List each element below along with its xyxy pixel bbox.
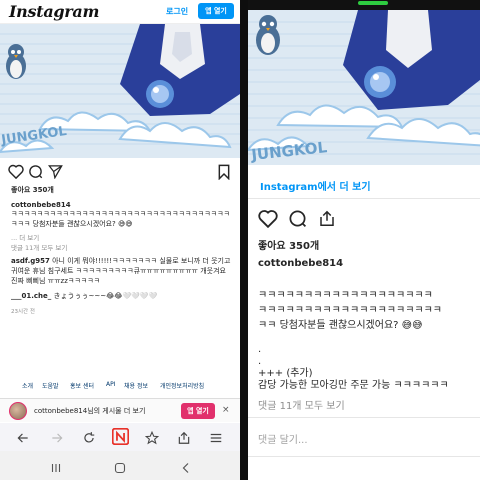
banner-open-app-button[interactable]: 앱 열기 — [181, 403, 215, 419]
open-app-button[interactable]: 앱 열기 — [198, 3, 234, 19]
bookmark-icon[interactable] — [217, 164, 231, 184]
post-image[interactable]: JUNGKOL — [0, 24, 240, 158]
share-icon[interactable] — [177, 430, 191, 449]
comment-icon[interactable] — [28, 164, 43, 183]
back-arrow-icon[interactable] — [16, 430, 30, 449]
active-indicator — [358, 1, 388, 5]
send-icon[interactable] — [47, 164, 63, 183]
post-photo-illustration: JUNGKOL — [248, 10, 480, 165]
forward-arrow-icon[interactable] — [50, 430, 64, 449]
penguin-figure — [6, 44, 26, 79]
footer-link-api[interactable]: API — [106, 381, 116, 388]
caption-line: ㅋㅋ 당첨자분들 괜찮으시겠어요? 😅😅 — [258, 320, 423, 331]
post-image[interactable]: JUNGKOL — [248, 10, 480, 165]
caption-text: ㅋㅋㅋㅋㅋㅋㅋㅋㅋㅋㅋㅋㅋㅋㅋㅋㅋㅋㅋㅋㅋㅋㅋㅋㅋㅋㅋㅋㅋㅋㅋㅋㅋㅋㅋㅋㅋ 당첨… — [11, 210, 230, 228]
share-icon[interactable] — [318, 209, 336, 232]
divider-line — [248, 198, 480, 199]
comment-item: asdf.g957 아니 이게 뭐야!!!!!!ㅋㅋㅋㅋㅋㅋㅋ 실물로 보니까 … — [11, 256, 233, 286]
right-phone-screen: JUNGKOL Instagram에서 더 보기 좋아요 350개 cotton… — [248, 0, 480, 480]
footer-link-jobs[interactable]: 채용 정보 — [124, 381, 148, 390]
like-count[interactable]: 좋아요 350개 — [11, 185, 54, 195]
post-actions — [258, 209, 478, 231]
post-actions — [8, 164, 232, 182]
reload-icon[interactable] — [82, 430, 96, 449]
penguin-figure — [256, 15, 280, 55]
divider-line — [248, 456, 480, 457]
panel-divider — [240, 0, 248, 480]
footer-link-press[interactable]: 홍보 센터 — [70, 381, 94, 390]
caption-text: ㅋㅋㅋㅋㅋㅋㅋㅋㅋㅋㅋㅋㅋㅋㅋㅋㅋㅋㅋ ㅋㅋㅋㅋㅋㅋㅋㅋㅋㅋㅋㅋㅋㅋㅋㅋㅋㅋㅋㅋ… — [258, 288, 480, 333]
divider-line — [248, 417, 480, 418]
comment-icon[interactable] — [288, 209, 307, 232]
status-bar — [248, 0, 480, 10]
caption-line: +++ (추가) — [258, 368, 313, 379]
naver-n-icon[interactable] — [111, 427, 130, 449]
close-icon[interactable]: × — [222, 405, 230, 415]
recents-icon[interactable] — [50, 459, 62, 478]
left-phone-screen: Instagram 로그인 앱 열기 JUNGKOL 좋아요 350개 cott… — [0, 0, 240, 480]
avatar[interactable] — [9, 402, 27, 420]
login-link[interactable]: 로그인 — [166, 6, 188, 17]
footer-link-about[interactable]: 소개 — [22, 381, 33, 390]
view-on-instagram-link[interactable]: Instagram에서 더 보기 — [260, 178, 371, 193]
heart-icon[interactable] — [258, 209, 278, 232]
caption-line: ㅋㅋㅋㅋㅋㅋㅋㅋㅋㅋㅋㅋㅋㅋㅋㅋㅋㅋㅋ — [258, 290, 433, 301]
instagram-logo[interactable]: Instagram — [9, 2, 99, 21]
footer-links: 소개 도움말 홍보 센터 API 채용 정보 개인정보처리방침 — [0, 381, 240, 391]
comment-item: ___01.che_ きょうぅぅ~~~😂😂🤍🤍🤍🤍 — [11, 291, 233, 301]
open-in-app-banner: cottonbebe814님의 게시물 더 보기 앱 열기 × — [0, 398, 240, 422]
like-count[interactable]: 좋아요 350개 — [258, 237, 319, 252]
view-all-comments-link[interactable]: 댓글 11개 모두 보기 — [258, 397, 345, 412]
menu-icon[interactable] — [209, 430, 223, 449]
comment-text: きょうぅぅ~~~😂😂🤍🤍🤍🤍 — [53, 292, 158, 300]
caption-username[interactable]: cottonbebe814 — [11, 201, 71, 209]
post-photo-illustration: JUNGKOL — [0, 24, 240, 158]
banner-text: cottonbebe814님의 게시물 더 보기 — [34, 407, 146, 415]
caption-line: . — [258, 356, 262, 367]
browser-toolbar — [0, 423, 240, 451]
post-timestamp: 23시간 전 — [11, 309, 35, 315]
view-all-comments-link[interactable]: 댓글 11개 모두 보기 — [11, 242, 67, 252]
more-link[interactable]: ... 더 보기 — [11, 232, 39, 242]
star-icon[interactable] — [144, 430, 160, 449]
instagram-header: Instagram 로그인 앱 열기 — [0, 0, 240, 24]
caption-line: 감당 가능한 모아깅만 주문 가능 ㅋㅋㅋㅋㅋㅋ — [258, 380, 449, 391]
footer-link-privacy[interactable]: 개인정보처리방침 — [160, 381, 204, 390]
comment-username[interactable]: asdf.g957 — [11, 257, 50, 265]
caption-extra: . . +++ (추가) 감당 가능한 모아깅만 주문 가능 ㅋㅋㅋㅋㅋㅋ — [258, 344, 480, 392]
android-nav-bar — [0, 451, 240, 480]
footer-link-help[interactable]: 도움말 — [42, 381, 59, 390]
heart-icon[interactable] — [8, 164, 24, 183]
add-comment-input[interactable]: 댓글 달기... — [258, 431, 308, 446]
comment-username[interactable]: ___01.che_ — [11, 292, 51, 300]
home-icon[interactable] — [114, 459, 126, 478]
caption-line: . — [258, 344, 262, 355]
back-icon[interactable] — [180, 459, 192, 478]
caption-line: ㅋㅋㅋㅋㅋㅋㅋㅋㅋㅋㅋㅋㅋㅋㅋㅋㅋㅋㅋㅋ — [258, 305, 442, 316]
caption-username[interactable]: cottonbebe814 — [258, 258, 343, 269]
